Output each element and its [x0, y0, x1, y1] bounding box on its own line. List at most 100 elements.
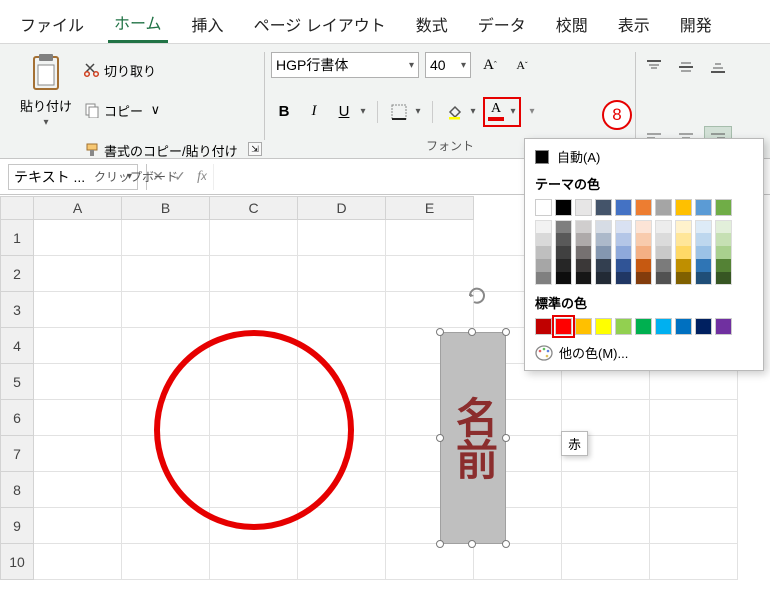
color-swatch[interactable]	[575, 246, 592, 259]
color-swatch[interactable]	[555, 272, 572, 285]
color-swatch[interactable]	[535, 272, 552, 285]
format-painter-button[interactable]: 書式のコピー/貼り付け	[84, 132, 238, 168]
cell[interactable]	[210, 220, 298, 256]
resize-handle[interactable]	[436, 328, 444, 336]
cell[interactable]	[474, 544, 562, 580]
font-color-button[interactable]: A ▾	[483, 97, 521, 127]
row-header[interactable]: 7	[0, 436, 34, 472]
color-swatch[interactable]	[635, 259, 652, 272]
row-header[interactable]: 8	[0, 472, 34, 508]
more-colors-item[interactable]: 他の色(M)...	[525, 337, 763, 370]
resize-handle[interactable]	[502, 540, 510, 548]
color-swatch[interactable]	[715, 220, 732, 233]
color-swatch[interactable]	[575, 318, 592, 335]
chevron-down-icon[interactable]: ▾	[525, 106, 539, 117]
color-swatch[interactable]	[595, 259, 612, 272]
valign-top-button[interactable]	[640, 54, 668, 80]
textbox-shape[interactable]: 名前	[440, 332, 506, 544]
color-swatch[interactable]	[655, 220, 672, 233]
color-swatch[interactable]	[655, 318, 672, 335]
color-swatch[interactable]	[535, 199, 552, 216]
color-swatch[interactable]	[595, 220, 612, 233]
font-name-select[interactable]: HGP行書体 ▾	[271, 52, 419, 78]
cell[interactable]	[122, 292, 210, 328]
color-swatch[interactable]	[655, 199, 672, 216]
color-swatch[interactable]	[715, 246, 732, 259]
color-swatch[interactable]	[675, 233, 692, 246]
cut-button[interactable]: 切り取り	[84, 52, 238, 88]
color-swatch[interactable]	[655, 259, 672, 272]
chevron-down-icon[interactable]: ▾	[507, 99, 519, 125]
color-swatch[interactable]	[595, 246, 612, 259]
cell[interactable]	[298, 292, 386, 328]
color-swatch[interactable]	[535, 259, 552, 272]
column-header[interactable]: A	[34, 196, 122, 220]
tab-page-layout[interactable]: ページ レイアウト	[248, 10, 392, 42]
color-swatch[interactable]	[615, 220, 632, 233]
color-swatch[interactable]	[715, 259, 732, 272]
color-swatch[interactable]	[675, 220, 692, 233]
cell[interactable]	[298, 544, 386, 580]
cell[interactable]	[386, 544, 474, 580]
underline-button[interactable]: U▾	[331, 99, 369, 125]
row-header[interactable]: 3	[0, 292, 34, 328]
row-header[interactable]: 5	[0, 364, 34, 400]
resize-handle[interactable]	[436, 434, 444, 442]
cell[interactable]	[34, 256, 122, 292]
color-swatch[interactable]	[695, 233, 712, 246]
fill-color-button[interactable]: ▾	[441, 99, 479, 125]
cell[interactable]	[650, 472, 738, 508]
cell[interactable]	[210, 292, 298, 328]
color-swatch[interactable]	[675, 259, 692, 272]
chevron-down-icon[interactable]: ▾	[412, 99, 424, 125]
color-swatch[interactable]	[575, 199, 592, 216]
cell[interactable]	[34, 364, 122, 400]
cell[interactable]	[34, 292, 122, 328]
color-swatch[interactable]	[535, 318, 552, 335]
color-swatch[interactable]	[595, 233, 612, 246]
color-swatch[interactable]	[635, 220, 652, 233]
color-swatch[interactable]	[635, 246, 652, 259]
color-swatch[interactable]	[695, 220, 712, 233]
row-header[interactable]: 4	[0, 328, 34, 364]
cell[interactable]	[650, 544, 738, 580]
cell[interactable]	[122, 256, 210, 292]
column-header[interactable]: B	[122, 196, 210, 220]
cell[interactable]	[298, 508, 386, 544]
resize-handle[interactable]	[502, 328, 510, 336]
cell[interactable]	[298, 220, 386, 256]
color-swatch[interactable]	[615, 318, 632, 335]
color-swatch[interactable]	[695, 259, 712, 272]
tab-formulas[interactable]: 数式	[410, 10, 454, 42]
cell[interactable]	[562, 508, 650, 544]
color-swatch[interactable]	[595, 318, 612, 335]
color-swatch[interactable]	[615, 259, 632, 272]
resize-handle[interactable]	[468, 540, 476, 548]
cell[interactable]	[386, 256, 474, 292]
color-swatch[interactable]	[675, 318, 692, 335]
color-swatch[interactable]	[575, 259, 592, 272]
cell[interactable]	[122, 220, 210, 256]
cell[interactable]	[34, 400, 122, 436]
cell[interactable]	[562, 472, 650, 508]
select-all-corner[interactable]	[0, 196, 34, 220]
cell[interactable]	[34, 508, 122, 544]
cell[interactable]	[650, 436, 738, 472]
row-header[interactable]: 9	[0, 508, 34, 544]
cell[interactable]	[650, 400, 738, 436]
cell[interactable]	[562, 544, 650, 580]
copy-button[interactable]: コピー ∨	[84, 92, 238, 128]
color-swatch[interactable]	[555, 318, 572, 335]
color-swatch[interactable]	[655, 272, 672, 285]
row-header[interactable]: 1	[0, 220, 34, 256]
color-swatch[interactable]	[555, 259, 572, 272]
italic-button[interactable]: I	[301, 99, 327, 125]
color-swatch[interactable]	[695, 199, 712, 216]
color-swatch[interactable]	[555, 233, 572, 246]
color-swatch[interactable]	[535, 220, 552, 233]
color-swatch[interactable]	[635, 233, 652, 246]
cell[interactable]	[34, 328, 122, 364]
color-swatch[interactable]	[675, 246, 692, 259]
cell[interactable]	[298, 256, 386, 292]
tab-data[interactable]: データ	[472, 10, 532, 42]
